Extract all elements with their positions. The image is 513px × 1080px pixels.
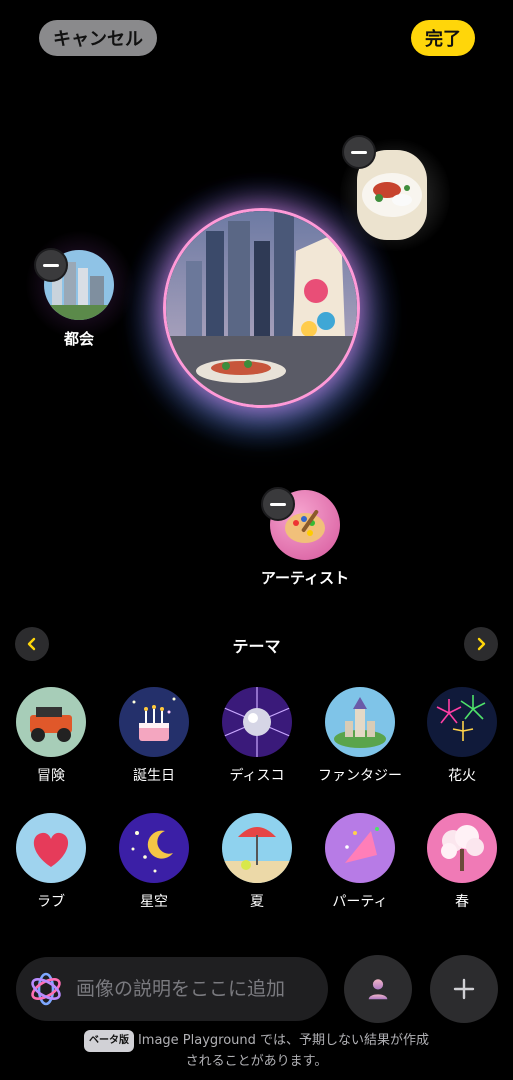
jeep-icon (16, 687, 86, 757)
theme-label: 花火 (448, 768, 476, 784)
person-icon (368, 979, 388, 1000)
disclaimer-line-1: Image Playground では、予期しない結果が作成 (137, 1033, 430, 1048)
cake-icon (119, 687, 189, 757)
disclaimer: ベータ版 Image Playground では、予期しない結果が作成 されること… (0, 1030, 513, 1072)
done-button[interactable]: 完了 (411, 20, 475, 56)
theme-label: 誕生日 (133, 768, 175, 784)
remove-artist-button[interactable] (261, 487, 295, 521)
disclaimer-line-2: されることがあります。 (185, 1054, 328, 1069)
heart-icon (16, 813, 86, 883)
theme-label: ファンタジー (318, 768, 402, 784)
description-input[interactable] (76, 978, 328, 1000)
prompt-bar (16, 957, 328, 1021)
person-button[interactable] (344, 955, 412, 1023)
theme-label: 冒険 (37, 768, 65, 784)
theme-disco[interactable]: ディスコ (212, 687, 302, 785)
city-chip-label: 都会 (63, 330, 94, 348)
city-food-art-image (166, 211, 357, 405)
theme-birthday[interactable]: 誕生日 (109, 687, 199, 785)
theme-adventure[interactable]: 冒険 (6, 687, 96, 785)
party-hat-icon (325, 813, 395, 883)
theme-party[interactable]: パーティ (315, 813, 405, 911)
generated-image-preview[interactable] (163, 208, 360, 408)
themes-title: テーマ (232, 637, 281, 656)
moon-stars-icon (119, 813, 189, 883)
theme-label: 春 (455, 894, 469, 910)
disco-ball-icon (222, 687, 292, 757)
theme-love[interactable]: ラブ (6, 813, 96, 911)
blossom-tree-icon (427, 813, 497, 883)
plus-icon (453, 978, 475, 1000)
theme-summer[interactable]: 夏 (212, 813, 302, 911)
chevron-right-icon (477, 637, 486, 651)
theme-fireworks[interactable]: 花火 (417, 687, 507, 785)
image-playground-icon (31, 972, 61, 1006)
theme-spring[interactable]: 春 (417, 813, 507, 911)
theme-label: パーティ (332, 894, 388, 910)
artist-chip-label: アーティスト (260, 569, 350, 587)
theme-label: 星空 (140, 894, 168, 910)
theme-label: ラブ (37, 894, 65, 910)
theme-fantasy[interactable]: ファンタジー (315, 687, 405, 785)
cancel-button[interactable]: キャンセル (39, 20, 157, 56)
fireworks-icon (427, 687, 497, 757)
theme-label: ディスコ (229, 768, 285, 784)
remove-city-button[interactable] (34, 248, 68, 282)
add-button[interactable] (430, 955, 498, 1023)
theme-starry-sky[interactable]: 星空 (109, 813, 199, 911)
themes-next-button[interactable] (464, 627, 498, 661)
castle-icon (325, 687, 395, 757)
beta-badge: ベータ版 (83, 1030, 134, 1052)
theme-label: 夏 (250, 894, 264, 910)
beach-umbrella-icon (222, 813, 292, 883)
remove-food-button[interactable] (342, 135, 376, 169)
